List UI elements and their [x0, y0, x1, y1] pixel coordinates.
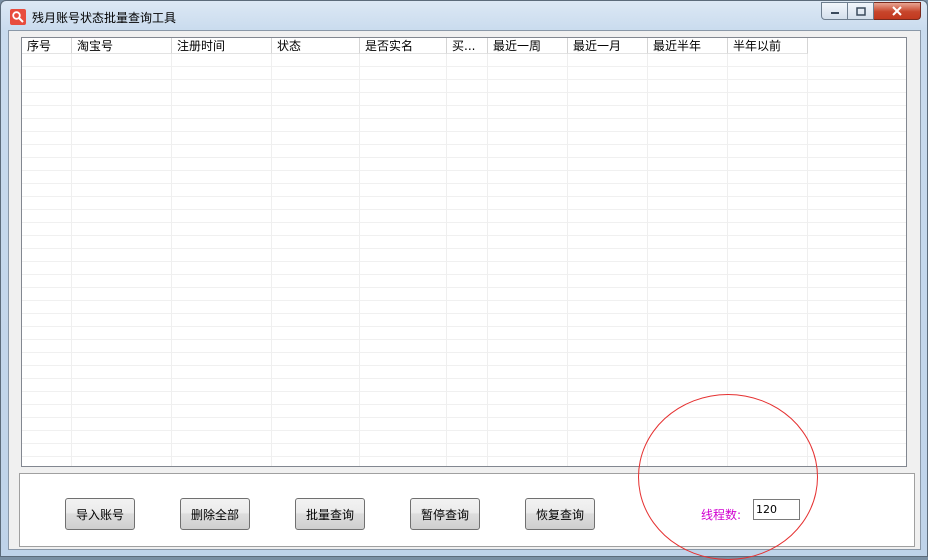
column-divider: [807, 54, 808, 466]
resume-query-button[interactable]: 恢复查询: [525, 498, 595, 530]
client-area: 序号 淘宝号 注册时间 状态 是否实名 买... 最近一周 最近一月 最近半年 …: [8, 30, 921, 550]
thread-count-label: 线程数:: [701, 508, 742, 522]
maximize-icon: [855, 6, 866, 16]
minimize-button[interactable]: [821, 2, 848, 20]
column-header-register-time[interactable]: 注册时间: [172, 38, 272, 54]
delete-all-button[interactable]: 删除全部: [180, 498, 250, 530]
column-divider: [71, 54, 72, 466]
pause-query-button[interactable]: 暂停查询: [410, 498, 480, 530]
column-divider: [647, 54, 648, 466]
table-body: [22, 54, 906, 466]
search-icon: [10, 9, 26, 25]
control-panel: 导入账号 删除全部 批量查询 暂停查询 恢复查询 线程数:: [19, 473, 915, 547]
batch-query-button[interactable]: 批量查询: [295, 498, 365, 530]
column-divider: [487, 54, 488, 466]
window-title: 残月账号状态批量查询工具: [32, 11, 177, 25]
column-header-status[interactable]: 状态: [272, 38, 360, 54]
maximize-button[interactable]: [848, 2, 874, 20]
column-divider: [271, 54, 272, 466]
column-header-last-week[interactable]: 最近一周: [488, 38, 568, 54]
title-bar[interactable]: 残月账号状态批量查询工具: [1, 1, 927, 29]
column-header-real-name[interactable]: 是否实名: [360, 38, 447, 54]
close-icon: [892, 6, 902, 16]
app-window: 残月账号状态批量查询工具 序号 淘宝号 注册时间 状态 是否实名 买... 最近…: [0, 0, 928, 557]
column-divider: [171, 54, 172, 466]
thread-count-input[interactable]: [753, 499, 800, 520]
column-header-last-month[interactable]: 最近一月: [568, 38, 648, 54]
window-controls: [821, 2, 921, 21]
column-divider: [727, 54, 728, 466]
minimize-icon: [830, 12, 839, 14]
column-divider: [446, 54, 447, 466]
column-divider: [567, 54, 568, 466]
account-table[interactable]: 序号 淘宝号 注册时间 状态 是否实名 买... 最近一周 最近一月 最近半年 …: [21, 37, 907, 467]
column-header-last-half-year[interactable]: 最近半年: [648, 38, 728, 54]
column-header-taobao-id[interactable]: 淘宝号: [72, 38, 172, 54]
import-accounts-button[interactable]: 导入账号: [65, 498, 135, 530]
column-header-index[interactable]: 序号: [22, 38, 72, 54]
table-header: 序号 淘宝号 注册时间 状态 是否实名 买... 最近一周 最近一月 最近半年 …: [22, 38, 808, 54]
column-divider: [359, 54, 360, 466]
close-button[interactable]: [874, 2, 921, 20]
column-header-before-half-year[interactable]: 半年以前: [728, 38, 808, 54]
column-header-buyer[interactable]: 买...: [447, 38, 488, 54]
